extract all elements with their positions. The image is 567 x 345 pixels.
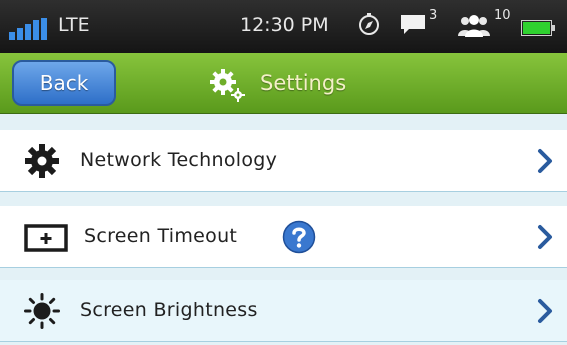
gear-icon [25, 144, 59, 178]
title-bar: Back Settings [0, 53, 567, 114]
help-icon[interactable] [282, 220, 316, 254]
people-icon [458, 15, 490, 37]
chevron-right-icon [538, 225, 552, 249]
chevron-right-icon [538, 299, 552, 323]
page-title: Settings [260, 71, 347, 95]
setting-screen-brightness[interactable]: Screen Brightness [0, 280, 567, 342]
setting-screen-timeout[interactable]: Screen Timeout [0, 206, 567, 268]
chevron-right-icon [538, 149, 552, 173]
back-button[interactable]: Back [12, 60, 116, 106]
compass-icon [359, 13, 379, 35]
contacts-count: 10 [494, 8, 511, 23]
back-button-label: Back [39, 71, 89, 95]
network-type: LTE [58, 14, 90, 36]
list-divider [0, 192, 567, 207]
gear-icon [210, 69, 245, 102]
list-top-divider [0, 114, 567, 131]
setting-label: Network Technology [80, 149, 278, 171]
setting-network-technology[interactable]: Network Technology [0, 130, 567, 192]
message-count: 3 [429, 8, 438, 23]
setting-label: Screen Brightness [80, 299, 258, 321]
status-bar: LTE 12:30 PM 3 10 [0, 0, 567, 53]
screen-timeout-icon [24, 224, 68, 252]
setting-label: Screen Timeout [84, 225, 238, 247]
clock: 12:30 PM [240, 14, 329, 36]
battery-icon [521, 20, 555, 36]
message-icon [401, 15, 425, 34]
brightness-icon [24, 293, 60, 329]
signal-icon [9, 18, 47, 40]
